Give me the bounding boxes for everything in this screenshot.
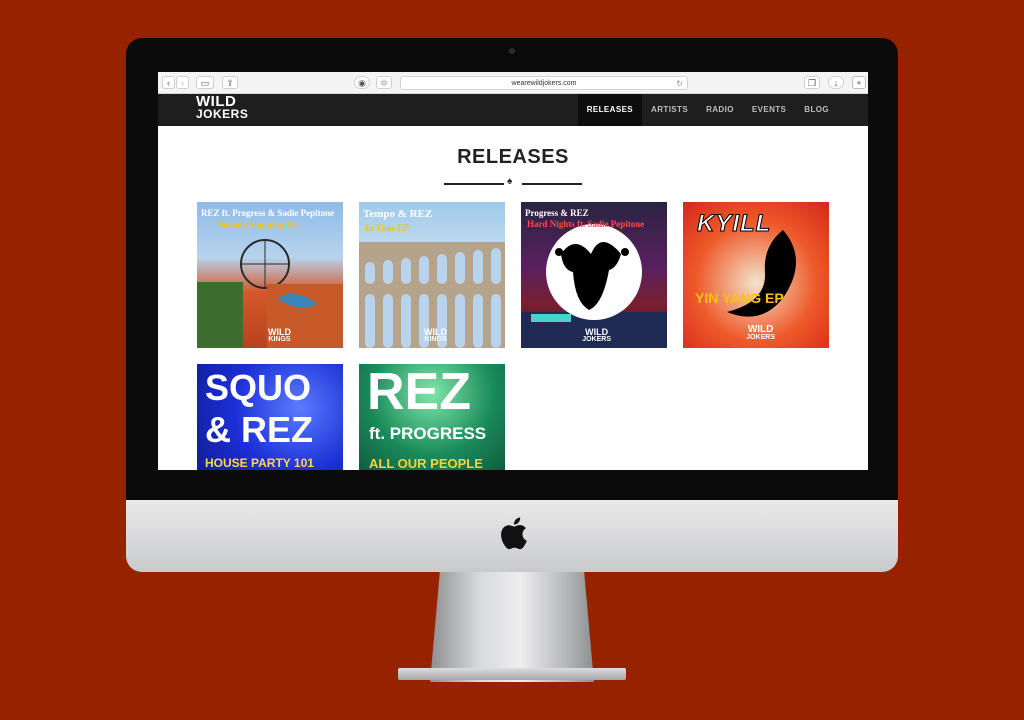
url-text: wearewildjokers.com bbox=[511, 80, 577, 87]
download-icon[interactable]: ↓ bbox=[828, 76, 844, 89]
cover-artist-line1: REZ bbox=[367, 364, 471, 421]
new-tab-icon[interactable]: + bbox=[852, 76, 866, 89]
release-cover-in-time-ep[interactable]: Tempo & REZ In Time EP WILD KINGS bbox=[359, 202, 505, 348]
cover-artist-line2: ft. PROGRESS bbox=[369, 424, 487, 443]
imac-foot bbox=[398, 668, 626, 680]
cover-subtitle: Hard Nights ft. Sadie Pepitone bbox=[527, 219, 645, 229]
cover-title: Progress & REZ bbox=[525, 208, 589, 218]
cover-subtitle: HOUSE PARTY 101 bbox=[205, 456, 314, 470]
nav-item-releases[interactable]: RELEASES bbox=[577, 94, 643, 126]
cover-subtitle: ALL OUR PEOPLE bbox=[369, 456, 483, 470]
forward-icon[interactable]: › bbox=[176, 76, 189, 89]
extension-icon[interactable]: ✲ bbox=[376, 76, 392, 89]
nav-item-artists[interactable]: ARTISTS bbox=[642, 94, 697, 126]
back-icon[interactable]: ‹ bbox=[162, 76, 175, 89]
sidebar-icon[interactable]: ▭ bbox=[196, 76, 214, 89]
release-cover-nobody-stopping-me[interactable]: REZ ft. Progress & Sadie Pepitone Nobody… bbox=[197, 202, 343, 348]
site-logo[interactable]: WILD JOKERS bbox=[196, 94, 256, 124]
nav-item-events[interactable]: EVENTS bbox=[743, 94, 795, 126]
share-icon[interactable]: ⇪ bbox=[222, 76, 238, 89]
cover-subtitle: Nobody Stopping Me bbox=[217, 220, 299, 230]
reload-icon[interactable]: ↻ bbox=[676, 77, 683, 90]
release-cover-hard-nights[interactable]: Progress & REZ Hard Nights ft. Sadie Pep… bbox=[521, 202, 667, 348]
privacy-icon[interactable]: ◉ bbox=[354, 76, 370, 89]
spade-icon: ♠ bbox=[507, 176, 513, 187]
screen: ‹ › ▭ ⇪ ◉ ✲ wearewildjokers.com ↻ ❐ ↓ + … bbox=[158, 72, 868, 470]
divider-right bbox=[522, 183, 582, 185]
label-badge: WILD JOKERS bbox=[582, 327, 611, 344]
divider-left bbox=[444, 183, 504, 185]
imac-stand bbox=[430, 572, 594, 682]
page-title: RELEASES bbox=[457, 146, 569, 168]
site-navbar: WILD JOKERS RELEASES ARTISTS RADIO EVENT… bbox=[158, 94, 868, 126]
cover-title: Tempo & REZ bbox=[363, 208, 433, 220]
label-badge: WILD KINGS bbox=[424, 327, 447, 344]
cover-artist-line1: SQUO bbox=[205, 367, 312, 408]
nav-item-blog[interactable]: BLOG bbox=[795, 94, 838, 126]
address-bar[interactable]: wearewildjokers.com ↻ bbox=[400, 76, 688, 90]
tabs-icon[interactable]: ❐ bbox=[804, 76, 820, 89]
label-badge: WILD KINGS bbox=[268, 327, 291, 344]
label-badge: WILD JOKERS bbox=[746, 324, 775, 342]
cover-title: REZ ft. Progress & Sadie Pepitone bbox=[201, 208, 335, 218]
cover-artist-line2: & REZ bbox=[205, 409, 313, 450]
logo-line2: JOKERS bbox=[196, 107, 249, 121]
cover-subtitle: YIN YANG EP bbox=[695, 290, 784, 306]
nav-item-radio[interactable]: RADIO bbox=[697, 94, 743, 126]
release-cover-yin-yang-ep[interactable]: KYILL YIN YANG EP WILD JOKERS bbox=[683, 202, 829, 348]
browser-toolbar: ‹ › ▭ ⇪ ◉ ✲ wearewildjokers.com ↻ ❐ ↓ + bbox=[158, 72, 868, 94]
apple-logo-icon bbox=[501, 517, 527, 550]
nav-menu: RELEASES ARTISTS RADIO EVENTS BLOG bbox=[577, 94, 838, 126]
cover-subtitle: In Time EP bbox=[365, 223, 410, 233]
camera-icon bbox=[509, 48, 515, 54]
cover-artist: KYILL bbox=[696, 210, 772, 238]
release-cover-all-our-people[interactable]: REZ ft. PROGRESS ALL OUR PEOPLE bbox=[359, 364, 505, 470]
release-cover-house-party-101[interactable]: SQUO & REZ HOUSE PARTY 101 bbox=[197, 364, 343, 470]
